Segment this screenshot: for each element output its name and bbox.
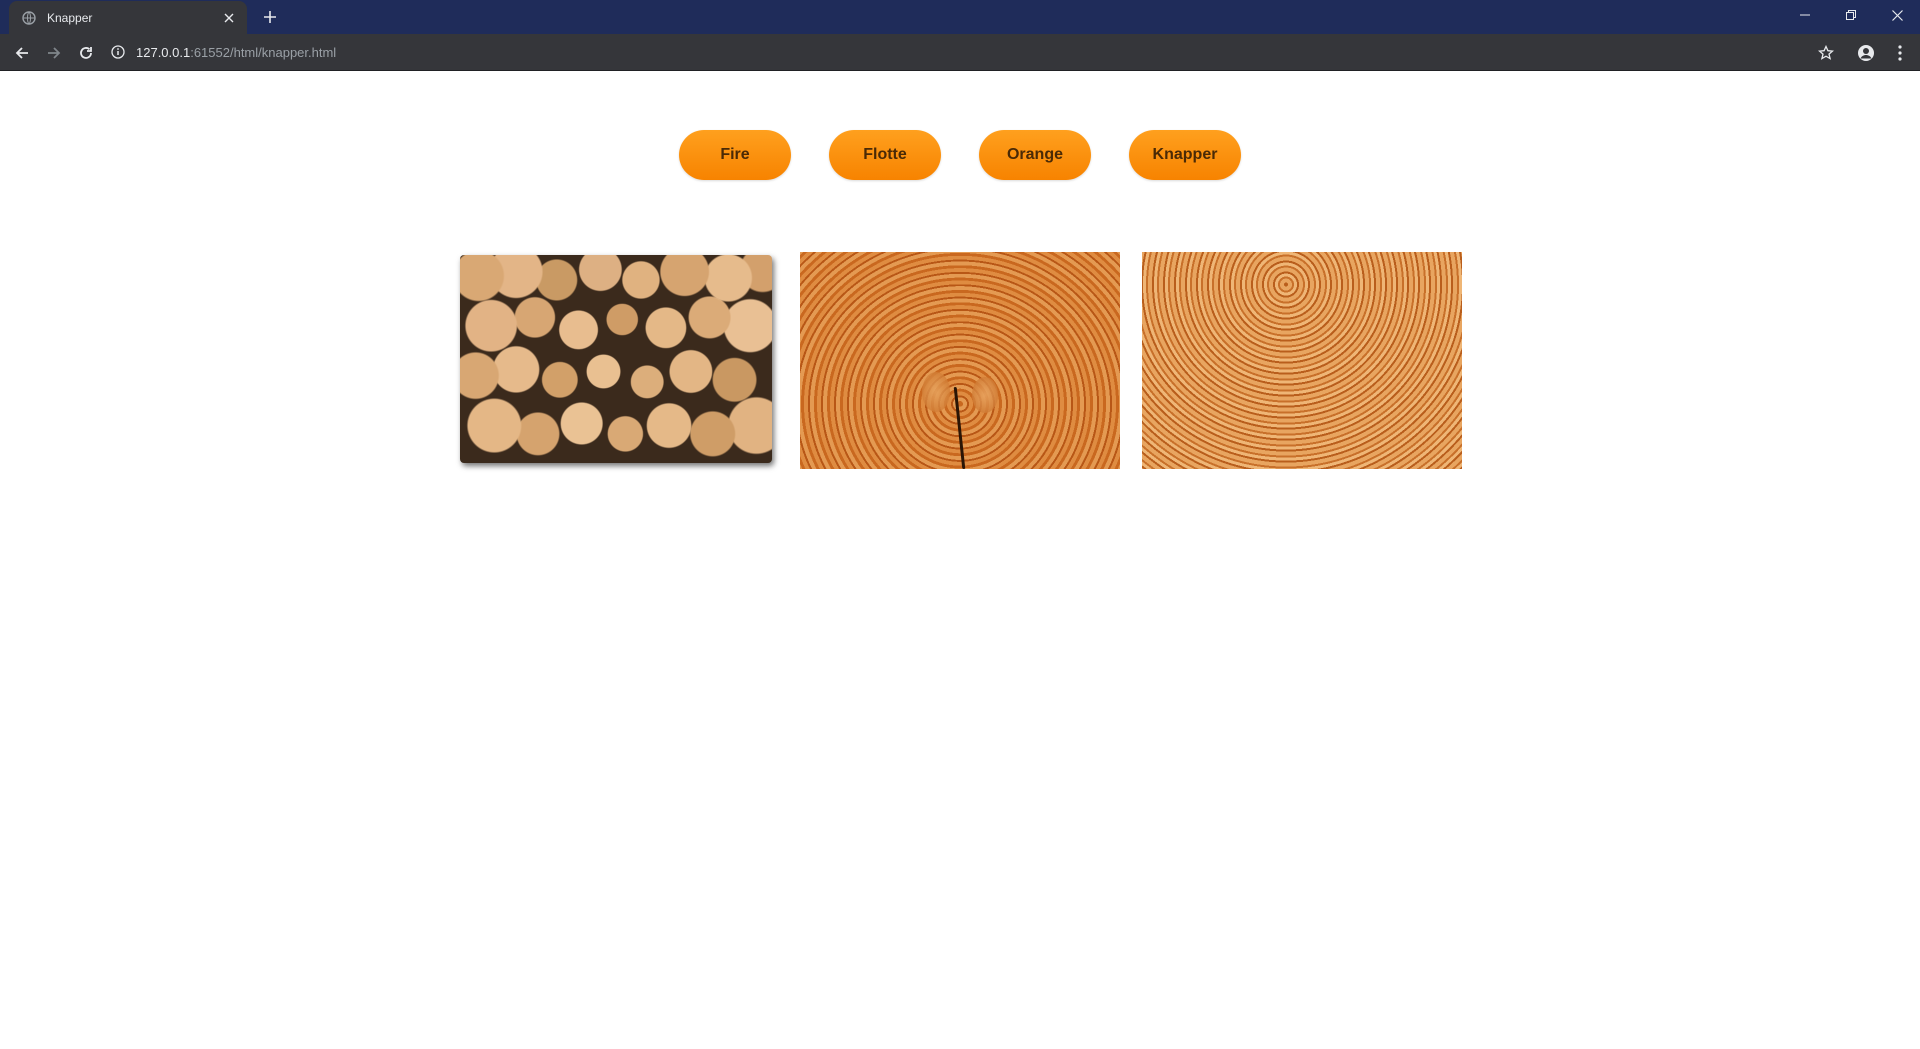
close-tab-icon[interactable] bbox=[219, 8, 239, 28]
browser-toolbar: 127.0.0.1:61552/html/knapper.html bbox=[0, 34, 1920, 71]
wood-knot bbox=[922, 372, 950, 412]
wood-crack bbox=[953, 387, 966, 469]
tree-rings-cracked-image[interactable] bbox=[800, 252, 1120, 469]
firewood-pile-image[interactable] bbox=[460, 255, 772, 463]
globe-icon bbox=[21, 10, 37, 26]
nav-menu: Fire Flotte Orange Knapper bbox=[0, 130, 1920, 180]
bookmark-star-icon[interactable] bbox=[1814, 41, 1838, 65]
close-window-icon[interactable] bbox=[1874, 0, 1920, 30]
profile-avatar-icon[interactable] bbox=[1854, 41, 1878, 65]
address-bar[interactable]: 127.0.0.1:61552/html/knapper.html bbox=[110, 38, 1810, 66]
page-content: Fire Flotte Orange Knapper bbox=[0, 72, 1920, 1049]
nav-button-knapper[interactable]: Knapper bbox=[1129, 130, 1241, 180]
browser-tab[interactable]: Knapper bbox=[9, 1, 247, 34]
url-host: 127.0.0.1 bbox=[136, 44, 191, 60]
new-tab-icon[interactable] bbox=[260, 7, 280, 27]
forward-arrow-icon[interactable] bbox=[42, 41, 66, 65]
reload-icon[interactable] bbox=[74, 41, 98, 65]
wood-knot bbox=[972, 377, 998, 413]
menu-kebab-icon[interactable] bbox=[1888, 41, 1912, 65]
tree-rings-image[interactable] bbox=[1142, 252, 1462, 469]
url-path: :61552/html/knapper.html bbox=[190, 44, 337, 60]
browser-titlebar: Knapper bbox=[0, 0, 1920, 34]
nav-button-orange[interactable]: Orange bbox=[979, 130, 1091, 180]
window-controls bbox=[1782, 0, 1920, 30]
info-icon[interactable] bbox=[110, 44, 126, 60]
tab-title: Knapper bbox=[47, 10, 93, 25]
restore-icon[interactable] bbox=[1828, 0, 1874, 30]
minimize-icon[interactable] bbox=[1782, 0, 1828, 30]
nav-button-fire[interactable]: Fire bbox=[679, 130, 791, 180]
back-arrow-icon[interactable] bbox=[10, 41, 34, 65]
nav-button-flotte[interactable]: Flotte bbox=[829, 130, 941, 180]
